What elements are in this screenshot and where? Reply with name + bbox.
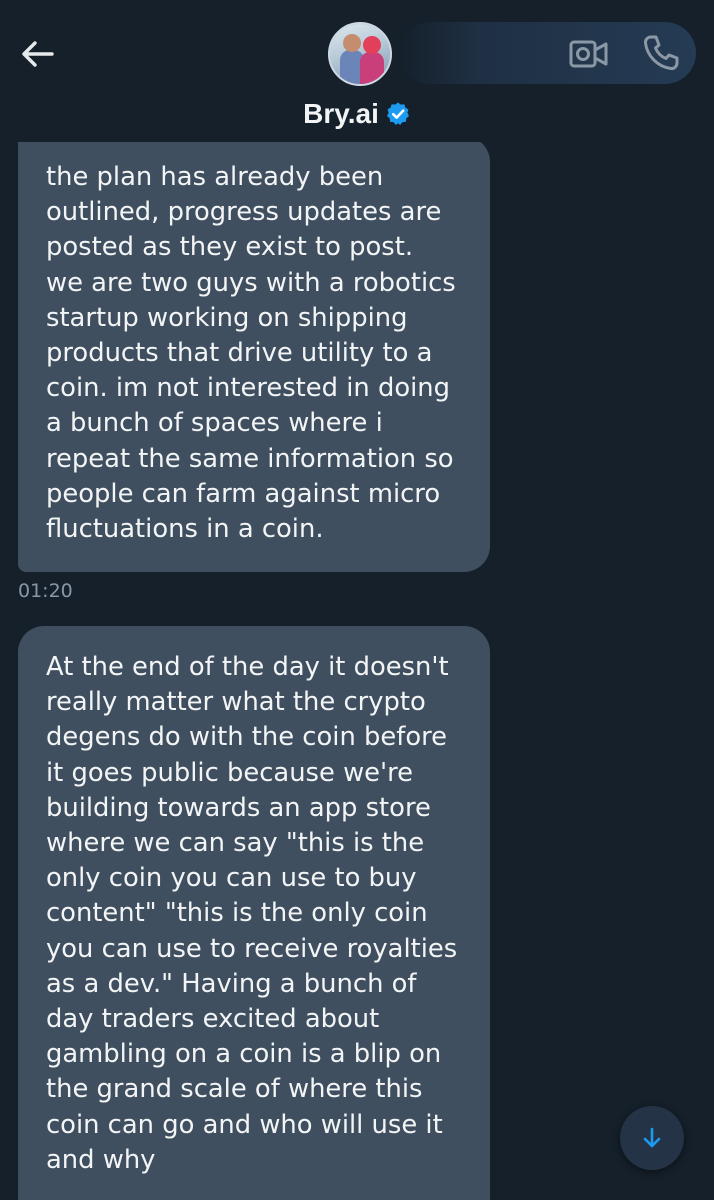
conversation-title[interactable]: Bry.ai <box>0 96 714 132</box>
arrow-down-icon <box>643 1127 661 1148</box>
avatar[interactable] <box>328 22 392 86</box>
arrow-left-icon <box>22 41 54 67</box>
phone-icon <box>643 35 679 71</box>
message-bubble[interactable]: the plan has already been outlined, prog… <box>18 136 490 572</box>
back-button[interactable] <box>18 34 58 74</box>
video-call-button[interactable] <box>568 34 610 74</box>
scroll-to-bottom-button[interactable] <box>620 1106 684 1170</box>
video-camera-icon <box>569 40 608 68</box>
verified-badge-icon <box>386 102 409 125</box>
voice-call-button[interactable] <box>640 32 682 74</box>
contact-name: Bry.ai <box>303 98 379 129</box>
conversation-header: Bry.ai <box>0 0 714 142</box>
message-bubble[interactable]: At the end of the day it doesn't really … <box>18 626 490 1200</box>
message-timestamp: 01:20 <box>18 580 73 602</box>
